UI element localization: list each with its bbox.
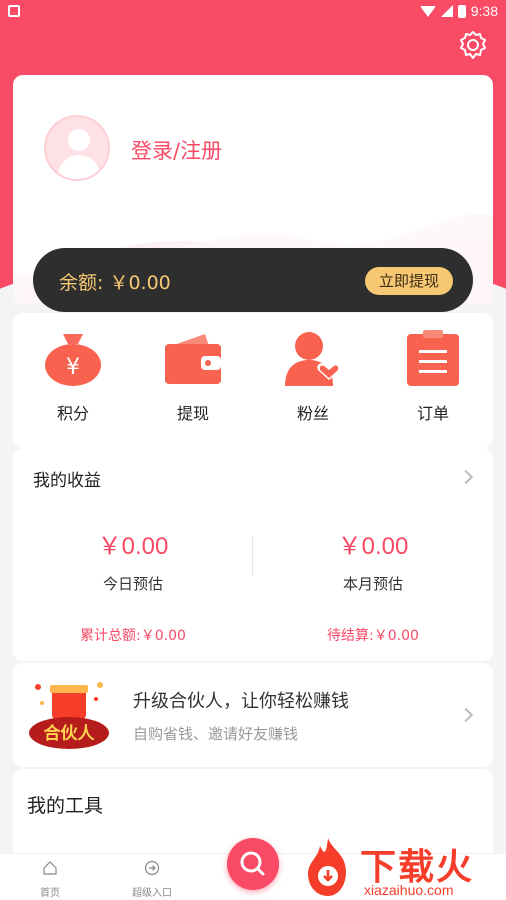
watermark: 下载火 xiazaihuo.com: [298, 834, 506, 900]
menu-label-fans: 粉丝: [296, 404, 329, 423]
month-amount: ￥0.00: [337, 533, 409, 560]
chevron-right-icon[interactable]: [458, 469, 474, 485]
total-amount: 累计总额:￥0.00: [80, 628, 186, 644]
entry-icon: [144, 860, 160, 876]
svg-text:¥: ¥: [66, 355, 80, 380]
avatar-head-shape: [68, 129, 90, 151]
month-label: 本月预估: [342, 575, 403, 593]
tools-title: 我的工具: [27, 795, 104, 817]
home-icon: [43, 861, 57, 875]
avatar-body-shape: [58, 155, 100, 179]
menu-label-points: 积分: [56, 404, 89, 423]
quick-menu: ¥ 积分 提现 粉丝 订单: [13, 313, 493, 448]
withdraw-now-button[interactable]: 立即提现: [365, 267, 453, 295]
chevron-right-icon: [458, 707, 474, 723]
wallet-icon: [165, 334, 221, 384]
balance-label: 余额: ￥0.00: [59, 272, 171, 294]
menu-item-points[interactable]: ¥ 积分: [13, 313, 133, 448]
status-icons: 9:38: [419, 3, 498, 19]
menu-item-orders[interactable]: 订单: [373, 313, 493, 448]
wifi-icon: [419, 5, 436, 17]
today-label: 今日预估: [102, 575, 163, 593]
tab-home[interactable]: 首页: [10, 860, 90, 899]
pending-amount: 待结算:￥0.00: [327, 628, 419, 644]
watermark-url: xiazaihuo.com: [364, 882, 454, 898]
partner-logo-icon: 合伙人: [29, 682, 109, 749]
avatar[interactable]: [44, 115, 110, 181]
money-bag-icon: ¥: [45, 334, 101, 386]
partner-title: 升级合伙人，让你轻松赚钱: [133, 691, 349, 712]
earnings-card: 我的收益 ￥0.00 今日预估 ￥0.00 本月预估 累计总额:￥0.00 待结…: [13, 448, 493, 661]
order-icon: [407, 330, 459, 386]
menu-label-orders: 订单: [416, 404, 449, 423]
upgrade-partner-banner[interactable]: 合伙人 升级合伙人，让你轻松赚钱 自购省钱、邀请好友赚钱: [13, 663, 493, 767]
partner-subtitle: 自购省钱、邀请好友赚钱: [133, 725, 299, 743]
center-search-button[interactable]: [227, 838, 279, 890]
partner-logo-text: 合伙人: [44, 723, 96, 744]
fans-icon: [285, 332, 341, 386]
today-amount: ￥0.00: [97, 533, 169, 560]
menu-label-withdraw: 提现: [176, 404, 209, 423]
battery-icon: [457, 4, 466, 18]
settings-icon[interactable]: [458, 30, 488, 60]
signal-icon: [440, 5, 453, 17]
tab-super-entry[interactable]: 超级入口: [112, 860, 192, 899]
search-icon: [240, 851, 265, 876]
tab-home-label: 首页: [40, 888, 60, 899]
month-estimate: ￥0.00 本月预估: [253, 526, 493, 594]
notification-icon: [8, 5, 20, 17]
balance-bar: 余额: ￥0.00 立即提现: [33, 248, 473, 312]
flame-logo-icon: [308, 838, 346, 896]
login-register-link[interactable]: 登录/注册: [131, 135, 222, 165]
menu-item-withdraw[interactable]: 提现: [133, 313, 253, 448]
today-estimate: ￥0.00 今日预估: [13, 526, 253, 594]
tab-super-entry-label: 超级入口: [132, 888, 172, 899]
status-bar: 9:38: [0, 0, 506, 24]
earnings-title: 我的收益: [33, 471, 101, 491]
menu-item-fans[interactable]: 粉丝: [253, 313, 373, 448]
status-time: 9:38: [470, 3, 498, 19]
